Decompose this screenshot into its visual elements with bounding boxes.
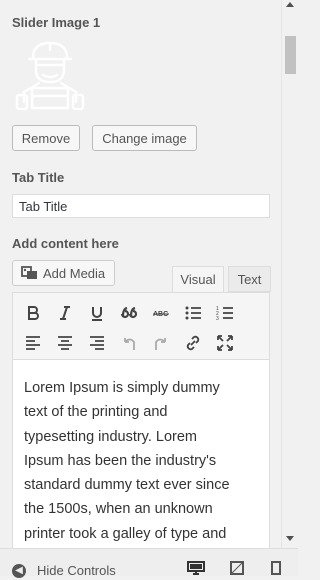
tablet-icon[interactable] bbox=[229, 561, 247, 575]
remove-image-button[interactable]: Remove bbox=[12, 125, 80, 151]
link-icon[interactable] bbox=[182, 332, 204, 354]
customizer-panel: Slider Image 1 Remove Change image Tab T… bbox=[0, 0, 281, 548]
tab-title-label: Tab Title bbox=[12, 170, 65, 185]
change-image-button[interactable]: Change image bbox=[92, 125, 197, 151]
scroll-up-arrow-icon[interactable] bbox=[286, 2, 294, 7]
strikethrough-icon[interactable]: ABC bbox=[150, 302, 172, 324]
media-icon bbox=[21, 266, 38, 280]
add-content-label: Add content here bbox=[12, 236, 119, 251]
bold-icon[interactable] bbox=[22, 302, 44, 324]
undo-icon[interactable] bbox=[118, 332, 140, 354]
customizer-footer: ◀ Hide Controls bbox=[0, 548, 298, 578]
underline-icon[interactable] bbox=[86, 302, 108, 324]
desktop-icon[interactable] bbox=[187, 561, 205, 575]
hide-arrow-icon: ◀ bbox=[12, 563, 26, 578]
add-media-label: Add Media bbox=[43, 265, 106, 281]
tab-title-input[interactable] bbox=[12, 194, 270, 218]
add-media-button[interactable]: Add Media bbox=[12, 260, 115, 286]
worker-icon bbox=[15, 41, 85, 111]
editor-toolbar: ABC 123 bbox=[12, 292, 270, 360]
align-center-icon[interactable] bbox=[54, 332, 76, 354]
numbered-list-icon[interactable]: 123 bbox=[214, 302, 236, 324]
hide-controls-label: Hide Controls bbox=[37, 563, 116, 578]
slider-image-thumbnail[interactable] bbox=[12, 38, 88, 112]
hide-controls-button[interactable]: ◀ Hide Controls bbox=[12, 563, 116, 578]
mobile-icon[interactable] bbox=[270, 561, 288, 575]
italic-icon[interactable] bbox=[54, 302, 76, 324]
scroll-thumb[interactable] bbox=[285, 36, 296, 74]
blockquote-icon[interactable] bbox=[118, 302, 140, 324]
fullscreen-icon[interactable] bbox=[214, 332, 236, 354]
tab-text[interactable]: Text bbox=[228, 266, 271, 292]
content-editor[interactable]: Lorem Ipsum is simply dummy text of the … bbox=[12, 360, 270, 548]
scroll-down-arrow-icon[interactable] bbox=[286, 536, 294, 541]
editor-body-text[interactable]: Lorem Ipsum is simply dummy text of the … bbox=[24, 376, 258, 546]
tab-visual[interactable]: Visual bbox=[172, 266, 224, 292]
redo-icon[interactable] bbox=[150, 332, 172, 354]
align-left-icon[interactable] bbox=[22, 332, 44, 354]
svg-text:3: 3 bbox=[216, 316, 219, 322]
align-right-icon[interactable] bbox=[86, 332, 108, 354]
bulleted-list-icon[interactable] bbox=[182, 302, 204, 324]
panel-scrollbar[interactable] bbox=[281, 0, 299, 548]
slider-image-label: Slider Image 1 bbox=[12, 15, 101, 30]
